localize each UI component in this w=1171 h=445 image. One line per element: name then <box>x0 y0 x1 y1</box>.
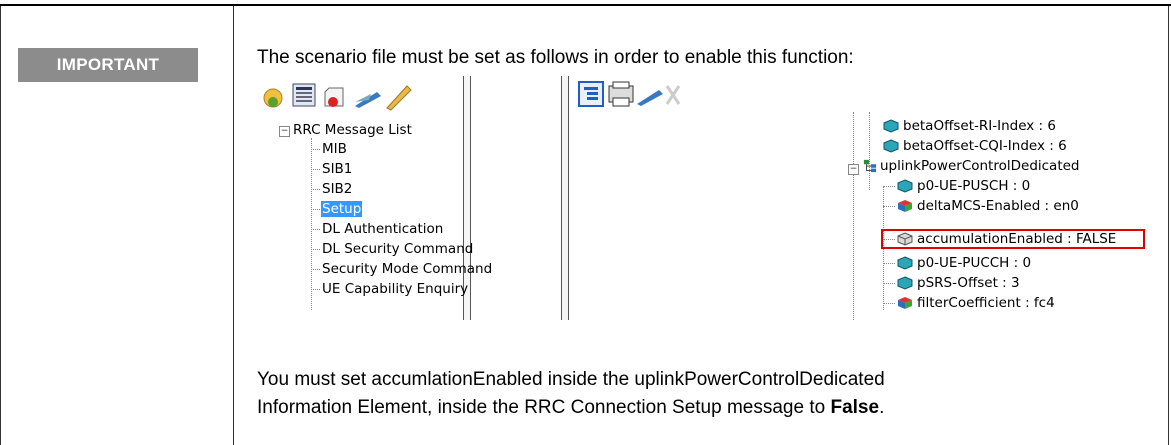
tree-guide <box>853 112 854 320</box>
collapse-toggle[interactable]: − <box>279 126 290 137</box>
tree-branch <box>311 269 320 270</box>
top-rule <box>0 4 1171 6</box>
ie-p0-ue-pucch[interactable]: p0-UE-PUCCH : 0 <box>917 254 1031 272</box>
table-right-border <box>1168 6 1169 445</box>
highlight-box <box>881 229 1145 249</box>
note-paragraph: You must set accumlationEnabled inside t… <box>257 366 885 422</box>
note-false-keyword: False <box>830 397 880 418</box>
ie-delta-mcs-enabled[interactable]: deltaMCS-Enabled : en0 <box>917 197 1079 215</box>
tree-branch <box>883 186 895 187</box>
collapse-toggle[interactable]: − <box>848 164 859 175</box>
scenario-screenshot: − RRC Message List MIB SIB1 SIB2 Setup D… <box>257 76 1145 320</box>
element-icon <box>883 139 899 153</box>
intro-text: The scenario file must be set as follows… <box>257 47 854 68</box>
ie-uplink-power-control-dedicated[interactable]: uplinkPowerControlDedicated <box>880 157 1080 175</box>
tree-branch <box>883 263 895 264</box>
note-period: . <box>879 397 885 418</box>
tree-root-label[interactable]: RRC Message List <box>293 121 412 139</box>
table-column-divider <box>233 6 234 445</box>
left-toolbar-icons <box>263 83 412 111</box>
tree-item-sib2[interactable]: SIB2 <box>322 180 352 198</box>
note-line-2-text: Information Element, inside the RRC Conn… <box>257 397 831 418</box>
middle-toolbar-icons <box>578 81 681 107</box>
tree-branch <box>883 303 895 304</box>
tree-item-mib[interactable]: MIB <box>322 140 347 158</box>
tree-branch <box>311 169 320 170</box>
tree-item-dl-security-command[interactable]: DL Security Command <box>322 240 473 258</box>
tree-item-dl-authentication[interactable]: DL Authentication <box>322 220 443 238</box>
enum-icon <box>898 200 912 212</box>
ie-psrs-offset[interactable]: pSRS-Offset : 3 <box>917 274 1020 292</box>
table-left-border <box>0 6 1 445</box>
tree-branch <box>311 249 320 250</box>
tree-guide <box>311 138 312 310</box>
element-icon <box>897 179 913 193</box>
tree-branch <box>311 189 320 190</box>
ie-p0-ue-pusch[interactable]: p0-UE-PUSCH : 0 <box>917 177 1030 195</box>
tree-branch <box>311 289 320 290</box>
element-icon <box>897 256 913 270</box>
important-badge: IMPORTANT <box>18 48 198 82</box>
tree-branch <box>311 229 320 230</box>
ie-betaoffset-cqi[interactable]: betaOffset-CQI-Index : 6 <box>903 137 1067 155</box>
note-line-1: You must set accumlationEnabled inside t… <box>257 369 885 390</box>
ie-betaoffset-ri[interactable]: betaOffset-RI-Index : 6 <box>903 117 1056 135</box>
tree-item-sib1[interactable]: SIB1 <box>322 160 352 178</box>
tree-guide <box>869 112 870 190</box>
tree-branch <box>311 209 320 210</box>
tree-branch <box>883 206 895 207</box>
tree-item-security-mode-command[interactable]: Security Mode Command <box>322 260 492 278</box>
tree-item-ue-capability-enquiry[interactable]: UE Capability Enquiry <box>322 280 468 298</box>
element-icon <box>883 119 899 133</box>
pane-splitter-right[interactable] <box>561 76 569 320</box>
tree-item-setup-selected[interactable]: Setup <box>321 201 363 217</box>
tree-branch <box>883 283 895 284</box>
enum-icon <box>898 297 912 309</box>
element-icon <box>897 276 913 290</box>
tree-branch <box>311 149 320 150</box>
structure-icon <box>863 159 877 173</box>
ie-filter-coefficient[interactable]: filterCoefficient : fc4 <box>917 294 1055 312</box>
note-line-2: Information Element, inside the RRC Conn… <box>257 394 885 422</box>
